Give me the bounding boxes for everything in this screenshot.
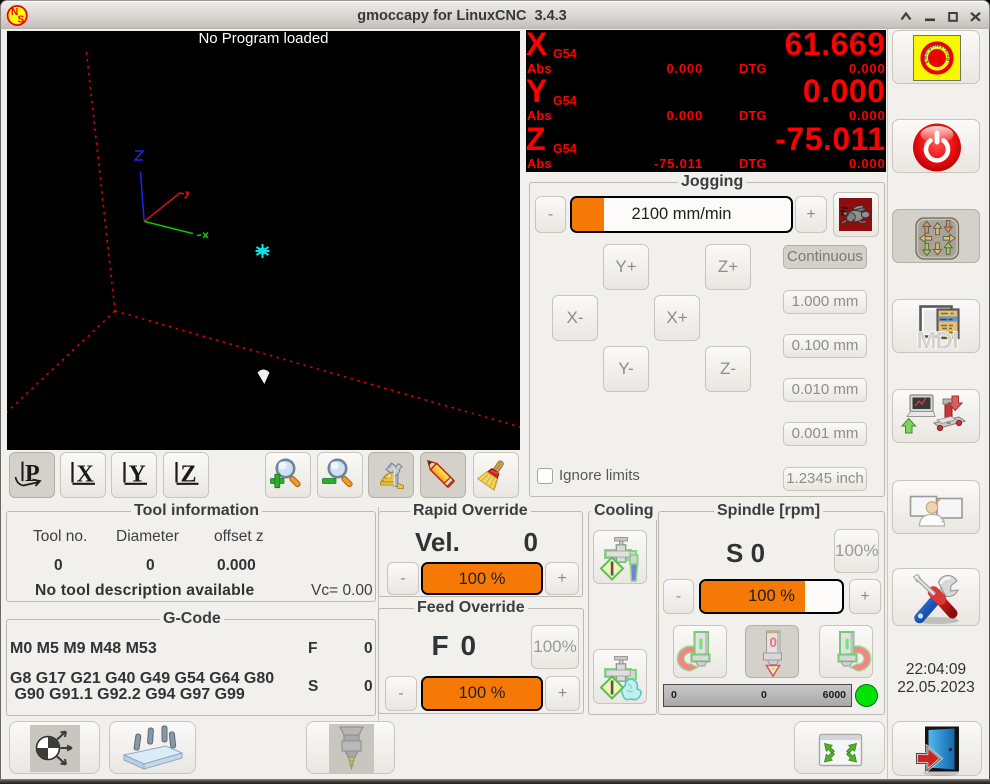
svg-text:S: S xyxy=(18,15,25,26)
svg-text:MDI: MDI xyxy=(917,328,958,355)
svg-text:0: 0 xyxy=(769,635,777,650)
